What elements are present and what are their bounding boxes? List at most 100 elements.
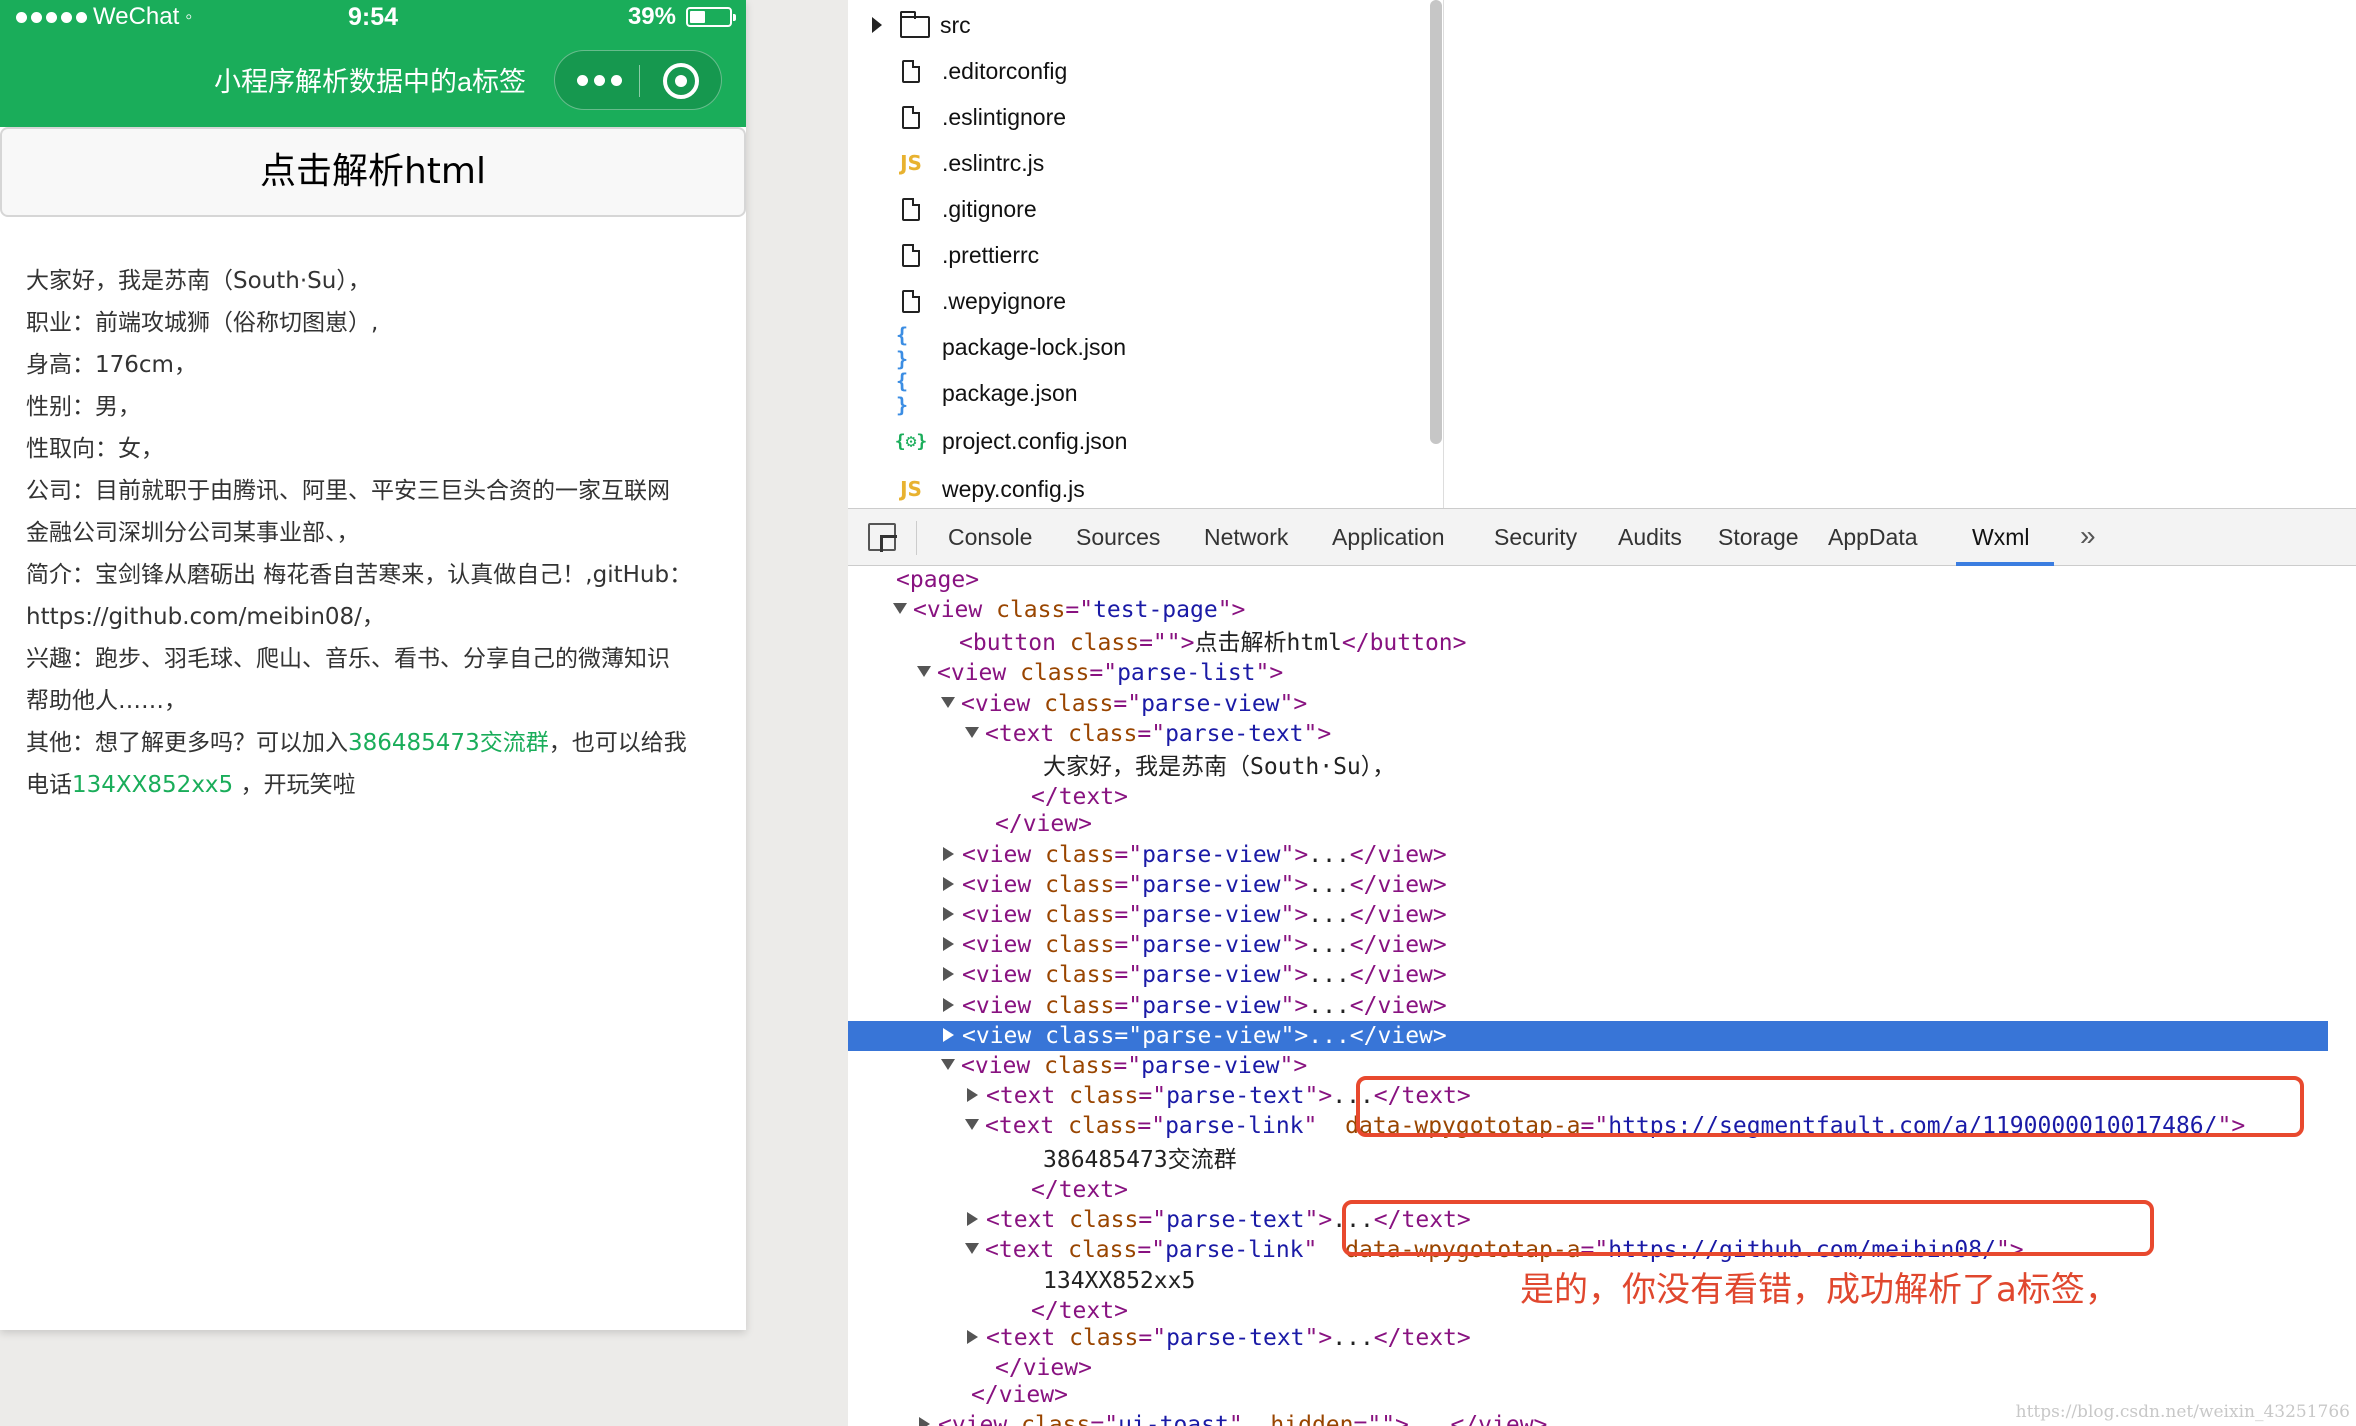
dom-node[interactable]: <button class="">点击解析html</button> [848,628,1467,658]
more-options-icon[interactable] [577,75,622,86]
more-tabs-icon[interactable]: » [2080,509,2096,566]
dom-node[interactable]: <page> [848,566,979,595]
content-line: https://github.com/meibin08/， [26,604,385,630]
file-tree-item[interactable]: JS wepy.config.js [848,466,1428,512]
dom-syntax: "> [1280,932,1309,958]
dom-syntax: > [1432,993,1447,1019]
collapse-caret-icon[interactable] [893,603,907,614]
dom-node[interactable]: <text class="parse-text"> [848,719,1331,749]
file-tree-item[interactable]: .prettierrc [848,232,1428,278]
dom-syntax: > [1432,902,1447,928]
dom-node[interactable]: 386485473交流群 [848,1145,1237,1175]
tab-wxml[interactable]: Wxml [1972,509,2029,566]
dom-syntax: < [962,872,976,898]
dom-node[interactable]: <view class="test-page"> [848,595,1245,625]
dom-node[interactable]: <view class="parse-view">...</view> [848,930,1447,960]
dom-node[interactable]: </view> [848,809,1092,839]
dom-syntax: text [1058,1298,1115,1324]
file-tree-item[interactable]: { } package.json [848,369,1428,417]
dom-node[interactable]: <view class="ui-toast" hidden="">...</vi… [848,1410,1547,1426]
expand-caret-icon[interactable] [967,1087,978,1102]
dom-syntax: view [1377,932,1433,958]
inspect-element-icon[interactable] [868,523,896,551]
file-tree-item[interactable]: src [848,2,1428,48]
tab-sources[interactable]: Sources [1076,509,1160,566]
dom-node[interactable]: 134XX852xx5 [848,1266,1195,1296]
tab-audits[interactable]: Audits [1618,509,1682,566]
watermark: https://blog.csdn.net/weixin_43251766 [2015,1402,2350,1422]
collapse-caret-icon[interactable] [965,727,979,738]
dom-syntax [1054,1237,1068,1263]
expand-caret-icon[interactable] [967,1211,978,1226]
expand-caret-icon[interactable] [919,1416,930,1426]
dom-node[interactable]: </text> [848,1296,1128,1326]
file-icon [896,194,926,224]
parse-html-button[interactable]: 点击解析html [0,127,746,217]
expand-caret-icon[interactable] [967,1329,978,1344]
dom-syntax [1056,630,1070,656]
dom-node[interactable]: </text> [848,1175,1128,1205]
expand-caret-icon[interactable] [943,997,954,1012]
dom-syntax: < [938,1412,952,1426]
dom-syntax: text [998,721,1055,747]
file-tree-scrollbar[interactable] [1430,0,1442,444]
tab-network[interactable]: Network [1204,509,1288,566]
group-link[interactable]: 386485473交流群 [348,730,549,756]
file-tree-item[interactable]: { } package-lock.json [848,323,1428,371]
highlight-box-link2 [1342,1200,2154,1256]
expand-caret-icon[interactable] [943,966,954,981]
dom-node[interactable]: <view class="parse-view"> [848,1051,1307,1081]
dom-node[interactable]: <view class="parse-view">...</view> [848,900,1447,930]
file-tree-item[interactable]: .editorconfig [848,48,1428,94]
collapse-caret-icon[interactable] [917,666,931,677]
dom-node[interactable]: </text> [848,782,1128,812]
phone-suffix: ，开玩笑啦 [233,772,356,798]
close-miniprogram-icon[interactable] [663,63,699,99]
dom-syntax: =" [1138,1083,1167,1109]
dom-syntax: < [985,1113,999,1139]
dom-node[interactable]: <view class="parse-view">...</view> [848,991,1447,1021]
tab-security[interactable]: Security [1494,509,1577,566]
dom-syntax: < [962,842,976,868]
dom-syntax: view [1022,811,1079,837]
dom-syntax: > [1114,1177,1128,1203]
dom-node[interactable]: <view class="parse-view">...</view> [848,870,1447,900]
dom-node-selected[interactable]: <view class="parse-view">...</view> [848,1021,2328,1051]
expand-caret-icon[interactable] [943,936,954,951]
dom-syntax: </ [1349,993,1378,1019]
annotation-text: 是的，你没有看错，成功解析了a标签， [1520,1270,2119,1310]
dom-node[interactable]: <view class="parse-view"> [848,689,1307,719]
dom-node[interactable]: <text class="parse-text">...</text> [848,1323,1471,1353]
dom-node[interactable]: 大家好，我是苏南（South·Su）， [848,752,1395,782]
tab-application[interactable]: Application [1332,509,1445,566]
expand-caret-icon[interactable] [943,1027,954,1042]
collapse-caret-icon[interactable] [965,1119,979,1130]
dom-node[interactable]: <view class="parse-view">...</view> [848,840,1447,870]
collapse-caret-icon[interactable] [941,697,955,708]
collapse-caret-icon[interactable] [965,1243,979,1254]
file-name: project.config.json [942,428,1128,454]
dom-node[interactable]: </view> [848,1353,1092,1383]
dom-syntax: "> [1280,902,1309,928]
tab-console[interactable]: Console [948,509,1032,566]
file-tree-item[interactable]: JS .eslintrc.js [848,140,1428,186]
file-tree-item[interactable]: .gitignore [848,186,1428,232]
dom-token: 386485473交流群 [1043,1147,1237,1173]
expand-caret-icon[interactable] [872,17,882,33]
expand-caret-icon[interactable] [943,846,954,861]
tab-storage[interactable]: Storage [1718,509,1799,566]
dom-syntax: < [962,902,976,928]
dom-node[interactable]: </view> [848,1380,1068,1410]
tab-appdata[interactable]: AppData [1828,509,1918,566]
file-tree-item[interactable]: .eslintignore [848,94,1428,140]
expand-caret-icon[interactable] [943,906,954,921]
expand-caret-icon[interactable] [943,876,954,891]
file-tree-item[interactable]: .wepyignore [848,278,1428,324]
dom-node[interactable]: <view class="parse-view">...</view> [848,960,1447,990]
collapse-caret-icon[interactable] [941,1059,955,1070]
dom-syntax: =" [1114,932,1143,958]
dom-syntax [1031,993,1045,1019]
dom-node[interactable]: <view class="parse-list"> [848,658,1283,688]
phone-link[interactable]: 134XX852xx5 [72,772,233,798]
file-tree-item[interactable]: {⚙} project.config.json [848,418,1428,464]
